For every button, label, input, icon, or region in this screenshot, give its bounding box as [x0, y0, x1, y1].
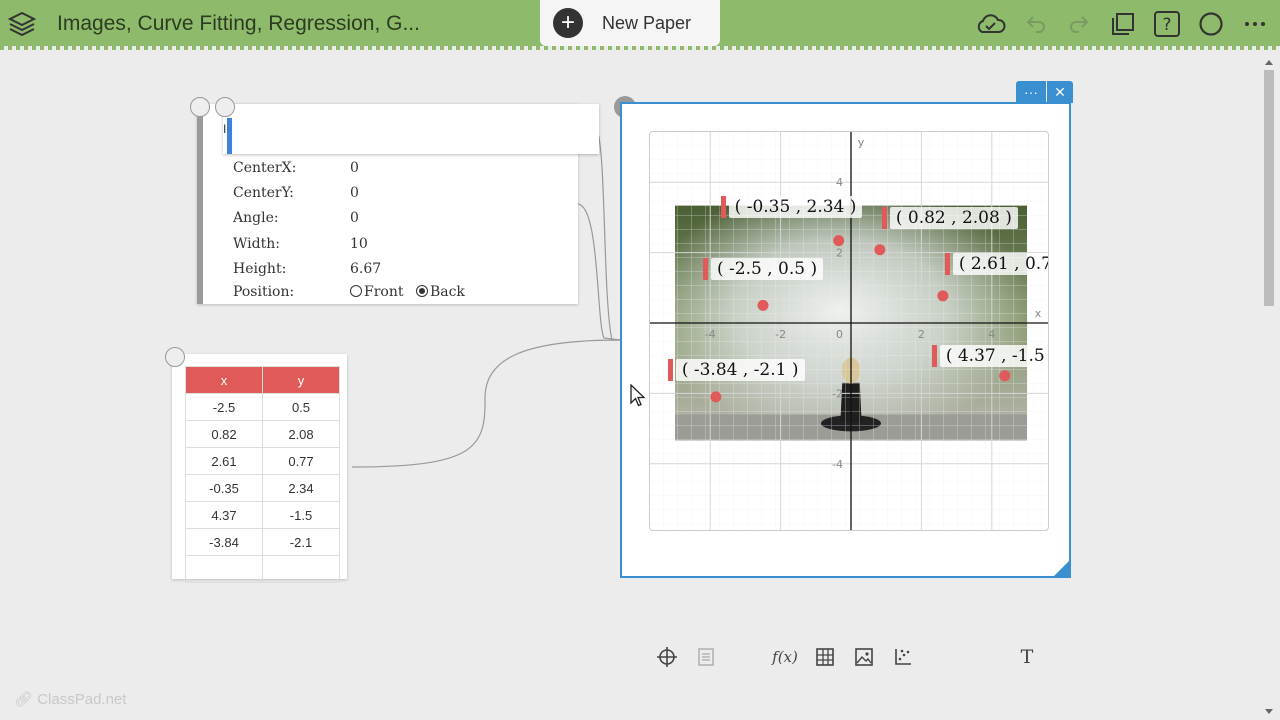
point-label[interactable]: ( 4.37 , -1.5 ) [931, 344, 1048, 367]
scroll-thumb[interactable] [1264, 70, 1274, 306]
note-icon[interactable] [693, 644, 719, 670]
radio-back-icon [415, 285, 428, 297]
y-tick-label: 4 [836, 176, 843, 189]
function-icon[interactable]: f(x) [772, 644, 798, 670]
image-command-char: I [223, 122, 227, 136]
table-row: -0.35 2.34 [185, 474, 340, 502]
image-settings-panel: I CenterX: 0 CenterY: 0 Angle: 0 Width: … [197, 104, 599, 304]
point-label[interactable]: ( -2.5 , 0.5 ) [702, 258, 824, 281]
data-point[interactable] [833, 235, 845, 247]
table-cell-y[interactable]: -2.1 [262, 528, 340, 556]
table-panel-handle[interactable] [165, 347, 185, 367]
data-point[interactable] [874, 244, 886, 256]
data-point[interactable] [999, 370, 1011, 382]
data-table: x y -2.5 0.5 0.82 2.08 2.61 0.77 -0.35 2.34 4.37… [185, 366, 340, 583]
point-label[interactable]: ( -3.84 , -2.1 ) [667, 358, 805, 381]
scroll-up-icon[interactable] [1264, 58, 1274, 66]
y-axis-label: y [858, 136, 865, 149]
x-tick-label: -4 [705, 328, 716, 341]
angle-label: Angle: [233, 210, 279, 226]
table-cell-y[interactable]: 0.5 [262, 393, 340, 421]
table-cell-x[interactable]: -2.5 [185, 393, 263, 421]
table-cell-x[interactable] [185, 555, 263, 583]
table-cell-x[interactable]: 0.82 [185, 420, 263, 448]
y-tick-label: -2 [832, 387, 843, 400]
y-tick-label: -4 [832, 458, 843, 471]
graph-close-button[interactable]: ✕ [1047, 81, 1073, 103]
centery-label: CenterY: [233, 185, 294, 201]
table-row: -2.5 0.5 [185, 393, 340, 421]
x-tick-label: -2 [775, 328, 786, 341]
width-value[interactable]: 10 [350, 236, 368, 252]
data-point[interactable] [757, 299, 769, 311]
height-label: Height: [233, 261, 287, 277]
radio-front-icon [350, 285, 362, 297]
resize-handle-icon[interactable] [1052, 560, 1070, 578]
table-row: 4.37 -1.5 [185, 501, 340, 529]
table-cell-y[interactable] [262, 555, 340, 583]
point-label[interactable]: ( -0.35 , 2.34 ) [720, 195, 863, 218]
position-front-radio[interactable]: Front [350, 284, 403, 300]
vertical-scrollbar[interactable] [1262, 56, 1276, 720]
table-cell-x[interactable]: -0.35 [185, 474, 263, 502]
position-back-radio[interactable]: Back [415, 284, 465, 300]
table-cell-x[interactable]: -3.84 [185, 528, 263, 556]
table-cell-x[interactable]: 4.37 [185, 501, 263, 529]
data-point[interactable] [937, 290, 949, 302]
text-cursor [227, 118, 232, 154]
position-back-label: Back [429, 284, 465, 300]
position-options: Front Back [350, 284, 465, 300]
graph-canvas[interactable]: -4 -2 2 4 4 2 -2 -4 0 x y ( -2.5 , 0.5 ) ( 0.82 , 2… [649, 131, 1049, 531]
image-panel-handle-1[interactable] [190, 97, 210, 117]
table-cell-y[interactable]: 2.08 [262, 420, 340, 448]
graph-more-button[interactable]: ··· [1016, 81, 1046, 103]
angle-value[interactable]: 0 [350, 210, 359, 226]
origin-label: 0 [836, 328, 843, 341]
graph-panel: -4 -2 2 4 4 2 -2 -4 0 x y ( -2.5 , 0.5 ) ( 0.82 , 2… [620, 102, 1071, 668]
scatter-icon[interactable] [890, 644, 916, 670]
table-row [185, 555, 340, 583]
table-cell-y[interactable]: 2.34 [262, 474, 340, 502]
image-icon[interactable] [851, 644, 877, 670]
link-icon: 🔗︎ [14, 691, 34, 708]
table-row: 0.82 2.08 [185, 420, 340, 448]
crosshair-icon[interactable] [654, 644, 680, 670]
point-label[interactable]: ( 0.82 , 2.08 ) [881, 206, 1018, 229]
y-tick-label: 2 [836, 247, 843, 260]
table-header-x[interactable]: x [185, 366, 263, 394]
centery-value[interactable]: 0 [350, 185, 359, 201]
height-value[interactable]: 6.67 [350, 261, 381, 277]
x-tick-label: 2 [918, 328, 925, 341]
data-point[interactable] [710, 391, 722, 403]
x-tick-label: 4 [988, 328, 995, 341]
position-label: Position: [233, 284, 295, 300]
centerx-value[interactable]: 0 [350, 160, 359, 176]
graph-svg: -4 -2 2 4 4 2 -2 -4 0 x y [650, 132, 1048, 530]
image-input-field[interactable]: I [223, 104, 599, 154]
position-front-label: Front [364, 284, 404, 300]
image-panel-handle-2[interactable] [215, 97, 235, 117]
table-row: 2.61 0.77 [185, 447, 340, 475]
x-axis-label: x [1035, 307, 1042, 320]
width-label: Width: [233, 236, 280, 252]
data-table-panel: x y -2.5 0.5 0.82 2.08 2.61 0.77 -0.35 2.34 4.37… [172, 354, 347, 583]
point-label[interactable]: ( 2.61 , 0.77 ) [944, 252, 1048, 275]
watermark-text: ClassPad.net [37, 691, 127, 708]
classpad-watermark: 🔗︎ ClassPad.net [14, 690, 126, 708]
centerx-label: CenterX: [233, 160, 297, 176]
table-header-y[interactable]: y [262, 366, 340, 394]
table-icon[interactable] [812, 644, 838, 670]
table-cell-y[interactable]: 0.77 [262, 447, 340, 475]
scroll-down-icon[interactable] [1264, 708, 1274, 716]
table-cell-x[interactable]: 2.61 [185, 447, 263, 475]
text-icon[interactable]: T [1014, 644, 1040, 670]
table-row: -3.84 -2.1 [185, 528, 340, 556]
table-cell-y[interactable]: -1.5 [262, 501, 340, 529]
mouse-pointer-icon [630, 384, 646, 407]
